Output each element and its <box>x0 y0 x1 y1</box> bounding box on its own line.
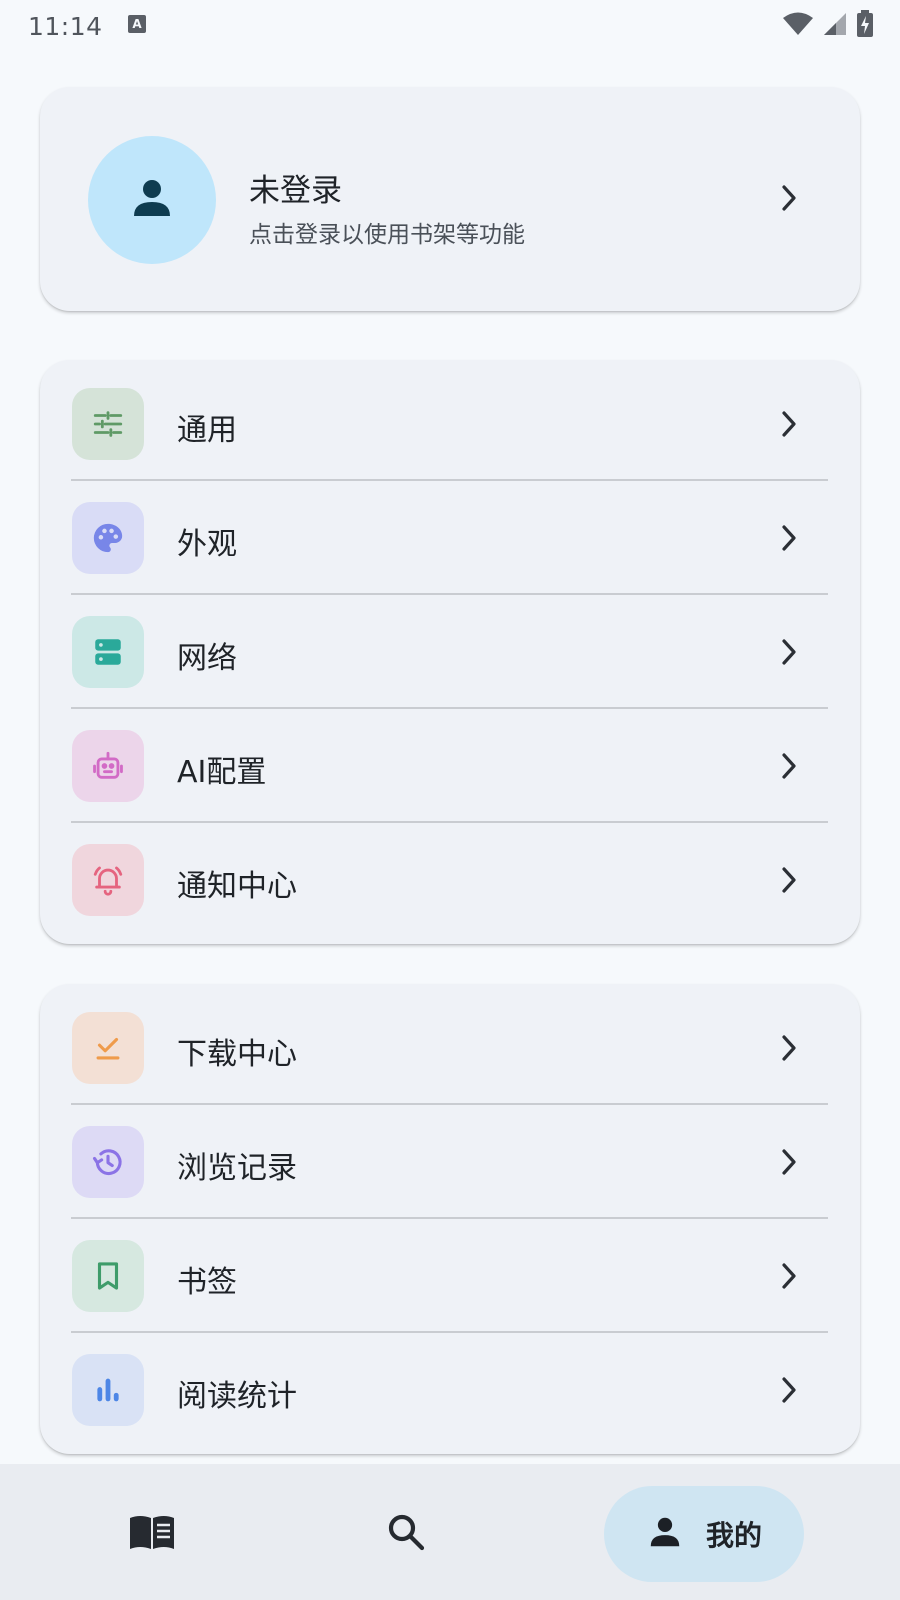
menu-label: 下载中心 <box>177 1037 297 1072</box>
signal-icon <box>822 11 848 41</box>
avatar <box>88 136 216 264</box>
settings-group-card: 通用 外观 网络 AI配置 通知中心 <box>40 360 860 944</box>
chevron-right-icon <box>778 1147 800 1177</box>
bottom-nav: 我的 <box>0 1464 900 1600</box>
profile-subtitle: 点击登录以使用书架等功能 <box>249 222 525 248</box>
chevron-right-icon <box>778 751 800 781</box>
chevron-right-icon <box>778 865 800 895</box>
menu-item-general[interactable]: 通用 <box>40 360 860 474</box>
bell-ringing-icon <box>72 844 144 916</box>
chevron-right-icon <box>778 523 800 553</box>
dns-icon <box>72 616 144 688</box>
menu-item-browsing-history[interactable]: 浏览记录 <box>40 1098 860 1212</box>
svg-text:A: A <box>132 17 142 31</box>
bookmark-icon <box>72 1240 144 1312</box>
palette-icon <box>72 502 144 574</box>
profile-card[interactable]: 未登录 点击登录以使用书架等功能 <box>40 87 860 311</box>
menu-item-appearance[interactable]: 外观 <box>40 474 860 588</box>
menu-label: 网络 <box>177 641 237 676</box>
robot-icon <box>72 730 144 802</box>
nav-bookshelf[interactable] <box>100 1486 204 1582</box>
book-open-icon <box>128 1512 176 1556</box>
menu-item-network[interactable]: 网络 <box>40 588 860 702</box>
chevron-right-icon <box>778 183 800 213</box>
battery-charging-icon <box>856 10 874 42</box>
wifi-icon <box>782 11 814 41</box>
menu-label: 浏览记录 <box>177 1151 297 1186</box>
chevron-right-icon <box>778 1033 800 1063</box>
library-group-card: 下载中心 浏览记录 书签 阅读统计 <box>40 984 860 1454</box>
menu-item-ai-config[interactable]: AI配置 <box>40 702 860 816</box>
search-icon <box>386 1512 426 1556</box>
menu-label: 通用 <box>177 413 237 448</box>
menu-label: 阅读统计 <box>177 1379 297 1414</box>
tune-icon <box>72 388 144 460</box>
menu-label: 书签 <box>177 1265 237 1300</box>
history-icon <box>72 1126 144 1198</box>
menu-item-download-center[interactable]: 下载中心 <box>40 984 860 1098</box>
chevron-right-icon <box>778 1375 800 1405</box>
menu-item-notification-center[interactable]: 通知中心 <box>40 816 860 930</box>
chevron-right-icon <box>778 1261 800 1291</box>
download-done-icon <box>72 1012 144 1084</box>
nav-mine[interactable]: 我的 <box>604 1486 804 1582</box>
status-bar: 11:14 A <box>0 0 900 52</box>
menu-label: 外观 <box>177 527 237 562</box>
menu-item-bookmarks[interactable]: 书签 <box>40 1212 860 1326</box>
keyboard-indicator-icon: A <box>127 14 147 38</box>
profile-name: 未登录 <box>249 173 342 209</box>
person-icon <box>128 174 176 226</box>
menu-label: AI配置 <box>177 755 267 790</box>
chevron-right-icon <box>778 637 800 667</box>
nav-search[interactable] <box>354 1486 458 1582</box>
status-time: 11:14 <box>28 11 103 41</box>
nav-mine-label: 我的 <box>705 1519 762 1552</box>
menu-item-reading-stats[interactable]: 阅读统计 <box>40 1326 860 1440</box>
menu-label: 通知中心 <box>177 869 297 904</box>
chevron-right-icon <box>778 409 800 439</box>
person-icon <box>646 1513 684 1555</box>
bar-chart-icon <box>72 1354 144 1426</box>
